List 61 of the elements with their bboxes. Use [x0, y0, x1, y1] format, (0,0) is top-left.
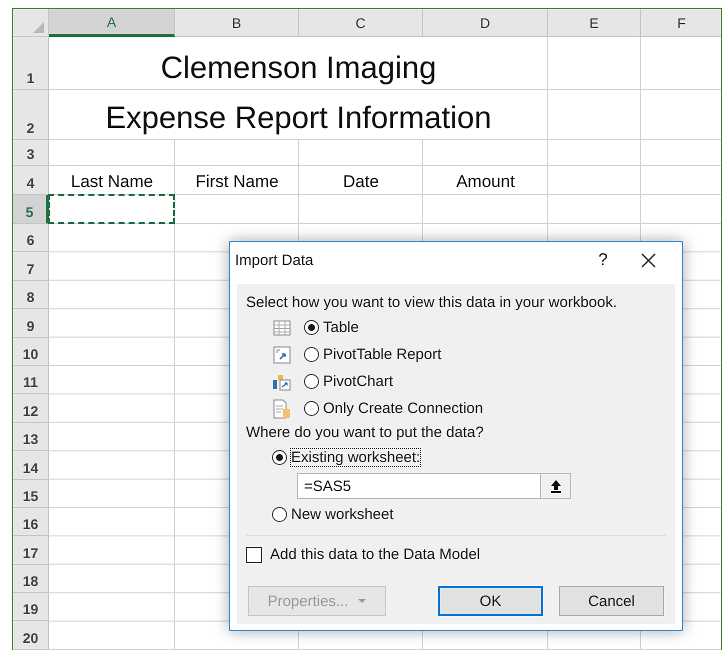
- row-header[interactable]: 11: [13, 366, 49, 394]
- row-header[interactable]: 5: [13, 195, 49, 224]
- column-header[interactable]: C: [299, 9, 423, 37]
- document-icon: [273, 398, 291, 418]
- radio-option[interactable]: PivotTable Report: [302, 345, 444, 364]
- column-header[interactable]: E: [548, 9, 641, 37]
- collapse-button[interactable]: [540, 473, 571, 499]
- row-header[interactable]: 8: [13, 280, 49, 310]
- upload-arrow-icon: [550, 479, 562, 493]
- active-cell[interactable]: [48, 194, 175, 224]
- help-button[interactable]: ?: [583, 250, 623, 270]
- sheet-title: Expense Report Information: [106, 100, 492, 137]
- row-header[interactable]: 18: [13, 564, 49, 594]
- row-header[interactable]: 4: [13, 166, 49, 195]
- row-header[interactable]: 13: [13, 422, 49, 452]
- column-header[interactable]: A: [49, 9, 175, 37]
- table-icon: [273, 320, 291, 336]
- column-header[interactable]: F: [641, 9, 721, 37]
- row-header[interactable]: 12: [13, 394, 49, 423]
- data-model-checkbox[interactable]: Add this data to the Data Model: [246, 546, 480, 563]
- row-header[interactable]: 10: [13, 338, 49, 366]
- radio-icon[interactable]: [304, 374, 319, 389]
- column-header[interactable]: D: [423, 9, 548, 37]
- section-prompt: Where do you want to put the data?: [246, 423, 485, 443]
- radio-label[interactable]: Existing worksheet:: [291, 449, 420, 466]
- radio-icon[interactable]: [304, 320, 319, 335]
- column-label: Date: [343, 172, 379, 193]
- row-header[interactable]: 20: [13, 621, 49, 650]
- close-icon[interactable]: [641, 252, 656, 268]
- row-header[interactable]: 6: [13, 224, 49, 252]
- row-header[interactable]: 16: [13, 508, 49, 536]
- column-header[interactable]: B: [175, 9, 299, 37]
- sheet-title: Clemenson Imaging: [160, 50, 436, 87]
- radio-icon[interactable]: [272, 450, 287, 465]
- cancel-button[interactable]: Cancel: [559, 586, 664, 616]
- ok-button[interactable]: OK: [438, 586, 543, 616]
- section-prompt: Select how you want to view this data in your workbook.: [246, 293, 618, 313]
- row-header[interactable]: 2: [13, 90, 49, 140]
- checkbox-icon[interactable]: [246, 546, 262, 562]
- row-header[interactable]: 14: [13, 451, 49, 480]
- radio-option[interactable]: Table: [302, 318, 361, 337]
- row-header[interactable]: 17: [13, 536, 49, 565]
- radio-label[interactable]: New worksheet: [291, 506, 394, 523]
- column-label: First Name: [195, 172, 279, 193]
- row-header[interactable]: 15: [13, 480, 49, 508]
- radio-icon[interactable]: [304, 347, 319, 362]
- column-label: Last Name: [70, 172, 154, 193]
- row-header[interactable]: 1: [13, 37, 49, 90]
- reference-field[interactable]: =SAS5: [297, 473, 540, 499]
- row-header[interactable]: 3: [13, 140, 49, 166]
- radio-icon[interactable]: [304, 401, 319, 416]
- dialog-title: Import Data: [235, 252, 314, 268]
- row-header[interactable]: 9: [13, 309, 49, 338]
- row-header[interactable]: 19: [13, 593, 49, 622]
- radio-option[interactable]: PivotChart: [302, 372, 396, 391]
- column-label: Amount: [456, 172, 515, 193]
- pivot-chart-icon: [272, 372, 292, 390]
- row-header[interactable]: 7: [13, 252, 49, 281]
- radio-option[interactable]: Only Create Connection: [302, 399, 486, 418]
- pivot-table-icon: [273, 346, 291, 364]
- radio-icon[interactable]: [272, 507, 287, 522]
